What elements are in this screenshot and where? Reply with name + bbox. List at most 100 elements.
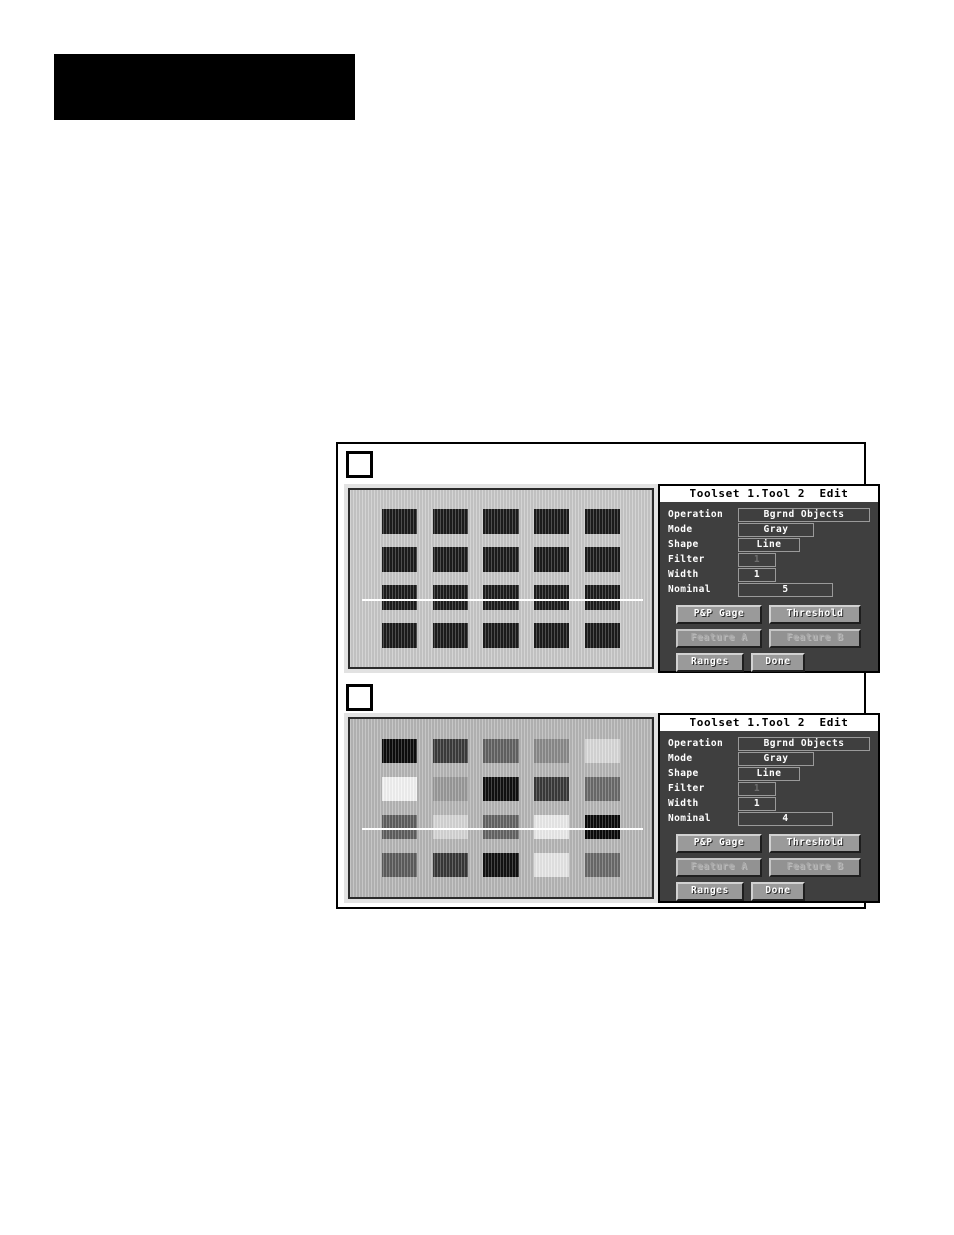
button-row: P&P Gage Threshold (676, 605, 870, 624)
part-grid-top (381, 509, 621, 648)
field-label-filter: Filter (668, 783, 705, 794)
part-cell-r2-c5 (584, 547, 621, 572)
part-cell-r2-c4 (534, 776, 570, 802)
camera-image-viewport-bottom (344, 713, 658, 903)
field-value-mode[interactable]: Gray (738, 752, 814, 766)
field-value-operation[interactable]: Bgrnd Objects (738, 508, 870, 522)
field-value-shape[interactable]: Line (738, 538, 800, 552)
device-screen-bottom: Toolset 1.Tool 2 Edit Operation Bgrnd Obj… (344, 713, 880, 903)
part-grid-bottom (381, 738, 621, 878)
field-value-width[interactable]: 1 (738, 797, 776, 811)
part-cell-r3-c4 (534, 585, 570, 610)
scan-line-bottom (362, 828, 643, 831)
figure-number-placeholder-bottom (346, 684, 373, 711)
field-label-operation: Operation (668, 509, 724, 520)
field-value-mode[interactable]: Gray (738, 523, 814, 537)
part-cell-r3-c4 (534, 814, 570, 840)
part-cell-r4-c4 (534, 853, 570, 878)
feature-b-button: Feature B (769, 629, 861, 648)
field-label-mode: Mode (668, 524, 693, 535)
field-value-nominal[interactable]: 4 (738, 812, 833, 826)
button-area-top: P&P Gage Threshold Feature A Feature B Range… (668, 605, 870, 672)
threshold-button[interactable]: Threshold (769, 834, 861, 853)
tool-panel-bottom: Toolset 1.Tool 2 Edit Operation Bgrnd Obj… (658, 713, 880, 903)
part-cell-r3-c3 (483, 814, 519, 840)
part-cell-r3-c5 (584, 585, 621, 610)
part-cell-r2-c4 (534, 547, 570, 572)
part-cell-r4-c1 (381, 853, 418, 878)
field-value-operation[interactable]: Bgrnd Objects (738, 737, 870, 751)
scan-line-top (362, 598, 643, 601)
ranges-button[interactable]: Ranges (676, 882, 744, 901)
figure-number-placeholder-top (346, 451, 373, 478)
field-label-mode: Mode (668, 753, 693, 764)
part-cell-r1-c2 (432, 738, 468, 763)
field-label-operation: Operation (668, 738, 724, 749)
part-cell-r1-c1 (381, 509, 418, 534)
part-cell-r4-c4 (534, 623, 570, 648)
part-cell-r4-c5 (584, 623, 621, 648)
redacted-header-block (54, 54, 355, 120)
p-p-gage-button[interactable]: P&P Gage (676, 605, 762, 624)
button-row: Feature A Feature B (676, 629, 870, 648)
part-cell-r3-c1 (381, 585, 418, 610)
part-cell-r1-c5 (584, 738, 621, 763)
field-row-mode: Mode Gray (668, 752, 870, 766)
screenshot-block-top: Toolset 1.Tool 2 Edit Operation Bgrnd Obj… (338, 444, 880, 677)
part-cell-r2-c2 (432, 547, 468, 572)
camera-image-viewport-top (344, 484, 658, 673)
part-cell-r1-c4 (534, 738, 570, 763)
part-cell-r1-c3 (483, 509, 519, 534)
field-row-shape: Shape Line (668, 538, 870, 552)
panel-body-top: Operation Bgrnd Objects Mode Gray Shape Line F… (660, 502, 878, 681)
feature-a-button: Feature A (676, 858, 762, 877)
button-row: Ranges Done (676, 882, 870, 901)
camera-image-top (348, 488, 654, 669)
part-cell-r4-c2 (432, 623, 468, 648)
field-row-operation: Operation Bgrnd Objects (668, 508, 870, 522)
part-cell-r1-c1 (381, 738, 418, 763)
field-row-shape: Shape Line (668, 767, 870, 781)
panel-body-bottom: Operation Bgrnd Objects Mode Gray Shape Line F… (660, 731, 878, 910)
field-value-filter[interactable]: 1 (738, 553, 776, 567)
threshold-button[interactable]: Threshold (769, 605, 861, 624)
field-value-shape[interactable]: Line (738, 767, 800, 781)
field-row-operation: Operation Bgrnd Objects (668, 737, 870, 751)
field-label-width: Width (668, 569, 699, 580)
part-cell-r2-c3 (483, 776, 519, 802)
part-cell-r3-c5 (584, 814, 621, 840)
part-cell-r1-c3 (483, 738, 519, 763)
button-row: P&P Gage Threshold (676, 834, 870, 853)
camera-image-bottom (348, 717, 654, 899)
done-button[interactable]: Done (751, 882, 805, 901)
part-cell-r3-c2 (432, 814, 468, 840)
part-cell-r1-c2 (432, 509, 468, 534)
part-cell-r4-c2 (432, 853, 468, 878)
figure-frame: Toolset 1.Tool 2 Edit Operation Bgrnd Obj… (336, 442, 880, 909)
field-label-width: Width (668, 798, 699, 809)
ranges-button[interactable]: Ranges (676, 653, 744, 672)
part-cell-r4-c3 (483, 853, 519, 878)
field-value-filter[interactable]: 1 (738, 782, 776, 796)
field-value-nominal[interactable]: 5 (738, 583, 833, 597)
part-cell-r4-c1 (381, 623, 418, 648)
button-row: Feature A Feature B (676, 858, 870, 877)
part-cell-r2-c5 (584, 776, 621, 802)
part-cell-r2-c3 (483, 547, 519, 572)
part-cell-r2-c2 (432, 776, 468, 802)
part-cell-r4-c5 (584, 853, 621, 878)
p-p-gage-button[interactable]: P&P Gage (676, 834, 762, 853)
field-row-filter: Filter 1 (668, 782, 870, 796)
field-row-nominal: Nominal 4 (668, 812, 870, 826)
field-label-nominal: Nominal (668, 584, 711, 595)
field-row-mode: Mode Gray (668, 523, 870, 537)
done-button[interactable]: Done (751, 653, 805, 672)
part-cell-r3-c1 (381, 814, 418, 840)
button-row: Ranges Done (676, 653, 870, 672)
field-value-width[interactable]: 1 (738, 568, 776, 582)
part-cell-r2-c1 (381, 776, 418, 802)
tool-panel-top: Toolset 1.Tool 2 Edit Operation Bgrnd Obj… (658, 484, 880, 673)
field-row-nominal: Nominal 5 (668, 583, 870, 597)
part-cell-r4-c3 (483, 623, 519, 648)
field-row-width: Width 1 (668, 797, 870, 811)
